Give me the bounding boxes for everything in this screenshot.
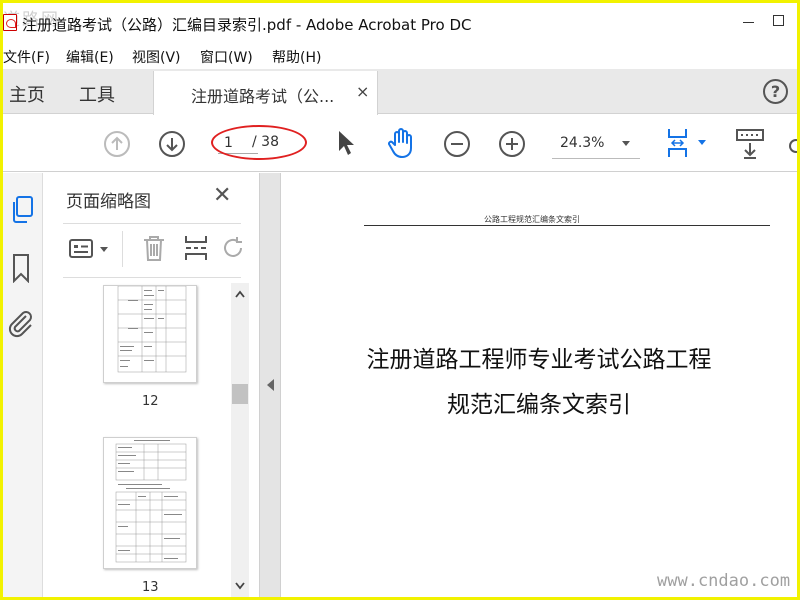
select-arrow-icon[interactable]	[336, 129, 356, 157]
window-title: 注册道路考试（公路）汇编目录索引.pdf - Adobe Acrobat Pro…	[22, 16, 472, 34]
document-title-line-1: 注册道路工程师专业考试公路工程	[366, 347, 712, 373]
pdf-file-icon	[3, 14, 17, 31]
document-view[interactable]: 公路工程规范汇编条文索引 注册道路工程师专业考试公路工程 规范汇编条文索引 ww…	[281, 173, 797, 597]
hand-icon[interactable]	[386, 127, 416, 159]
page-thumbnails-icon[interactable]	[8, 195, 36, 225]
scroll-mode-icon[interactable]	[666, 127, 710, 161]
panel-close-icon[interactable]: ✕	[213, 183, 231, 208]
watermark-bottom: www.cndao.com	[657, 571, 791, 591]
tab-tools[interactable]: 工具	[79, 81, 115, 107]
next-page-icon[interactable]	[158, 130, 186, 158]
insert-page-icon[interactable]	[183, 234, 209, 262]
keyboard-icon[interactable]	[735, 128, 767, 160]
acrobat-window: 道路网 注册道路考试（公路）汇编目录索引.pdf - Adobe Acrobat…	[3, 3, 797, 597]
tab-bar: 主页 工具 注册道路考试（公... × ?	[3, 69, 797, 115]
attachment-icon[interactable]	[6, 308, 36, 338]
thumbnail-panel: 页面缩略图 ✕ 12 13	[43, 173, 259, 597]
scrollbar-thumb[interactable]	[232, 384, 248, 404]
thumbnail-table-preview	[117, 286, 187, 373]
toolbar-divider	[122, 231, 123, 267]
menu-window[interactable]: 窗口(W)	[200, 47, 253, 67]
trash-icon[interactable]	[141, 234, 167, 262]
thumbnail-label: 13	[142, 580, 159, 595]
page-thumbnail-13[interactable]	[103, 437, 197, 569]
rotate-icon[interactable]	[223, 235, 243, 261]
panel-title: 页面缩略图	[66, 192, 151, 212]
annotation-ellipse	[211, 125, 307, 160]
thumbnail-options-icon[interactable]	[68, 237, 112, 261]
document-title-line-2: 规范汇编条文索引	[447, 392, 631, 418]
left-rail	[3, 173, 43, 597]
header-rule	[364, 225, 770, 226]
thumbnail-scrollbar[interactable]	[231, 283, 249, 597]
tab-document[interactable]: 注册道路考试（公... ×	[153, 71, 378, 115]
zoom-select[interactable]: 24.3%	[552, 129, 640, 159]
panel-divider-2	[63, 277, 241, 278]
title-bar: 道路网 注册道路考试（公路）汇编目录索引.pdf - Adobe Acrobat…	[3, 3, 797, 43]
help-icon[interactable]: ?	[763, 79, 788, 104]
menu-file[interactable]: 文件(F)	[3, 47, 50, 67]
menu-edit[interactable]: 编辑(E)	[66, 47, 114, 67]
minimize-icon[interactable]	[743, 22, 754, 23]
prev-page-icon[interactable]	[103, 130, 131, 158]
zoom-in-icon[interactable]	[498, 130, 526, 158]
toolbar: 1 / 38 24.3%	[3, 115, 797, 172]
menu-bar: 文件(F) 编辑(E) 视图(V) 窗口(W) 帮助(H)	[3, 43, 797, 69]
panel-splitter[interactable]	[259, 173, 281, 597]
panel-divider	[63, 223, 241, 224]
page-thumbnail-12[interactable]	[103, 285, 197, 383]
scroll-up-icon[interactable]	[234, 289, 246, 299]
more-tools-icon[interactable]	[787, 137, 797, 155]
collapse-panel-icon[interactable]	[267, 379, 274, 391]
menu-help[interactable]: 帮助(H)	[272, 47, 321, 67]
menu-view[interactable]: 视图(V)	[132, 47, 181, 67]
zoom-out-icon[interactable]	[443, 130, 471, 158]
page-header: 公路工程规范汇编条文索引	[484, 215, 580, 224]
maximize-icon[interactable]	[773, 15, 784, 26]
scroll-down-icon[interactable]	[234, 581, 246, 591]
thumbnail-table-preview	[115, 440, 187, 563]
tab-close-icon[interactable]: ×	[356, 82, 369, 101]
bookmark-icon[interactable]	[10, 253, 32, 283]
chevron-down-icon	[622, 141, 630, 146]
tab-home[interactable]: 主页	[9, 81, 45, 107]
tab-document-label: 注册道路考试（公...	[191, 87, 335, 106]
zoom-value: 24.3%	[560, 135, 605, 151]
thumbnail-label: 12	[142, 394, 159, 409]
